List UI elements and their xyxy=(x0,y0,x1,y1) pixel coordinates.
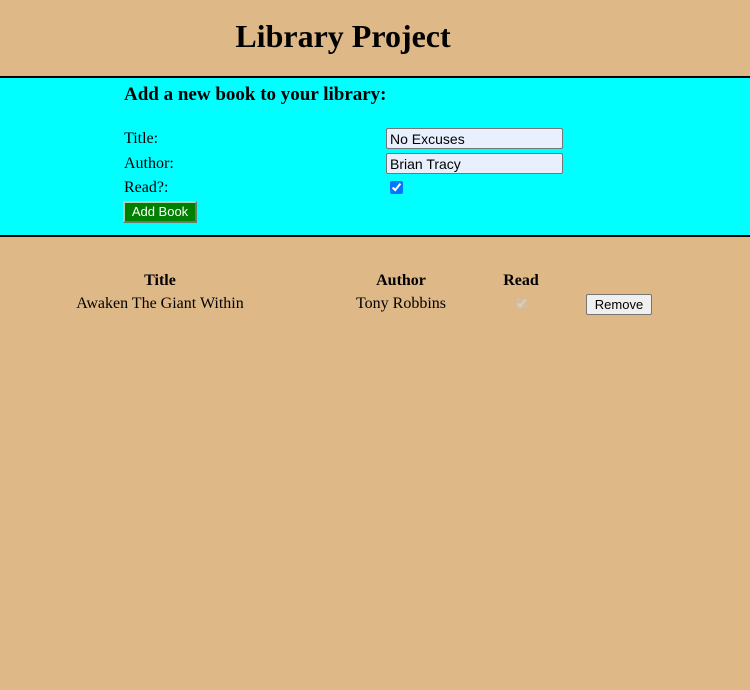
remove-button[interactable]: Remove xyxy=(586,294,652,315)
column-header-title: Title xyxy=(144,272,176,289)
read-checkbox[interactable] xyxy=(390,181,403,194)
add-book-button[interactable]: Add Book xyxy=(123,201,197,223)
book-author-cell: Tony Robbins xyxy=(356,295,446,312)
read-label: Read?: xyxy=(124,179,169,196)
column-header-author: Author xyxy=(376,272,426,289)
column-header-read: Read xyxy=(503,272,539,289)
author-label: Author: xyxy=(124,155,174,172)
title-label: Title: xyxy=(124,130,159,147)
page: Library Project Add a new book to your l… xyxy=(0,0,750,690)
title-input[interactable] xyxy=(386,128,563,149)
book-title-cell: Awaken The Giant Within xyxy=(76,295,244,312)
form-heading: Add a new book to your library: xyxy=(124,84,387,105)
page-title: Library Project xyxy=(235,18,451,54)
author-input[interactable] xyxy=(386,153,563,174)
add-book-form: Add a new book to your library: Title: A… xyxy=(0,76,750,237)
book-read-checkbox xyxy=(515,297,528,310)
